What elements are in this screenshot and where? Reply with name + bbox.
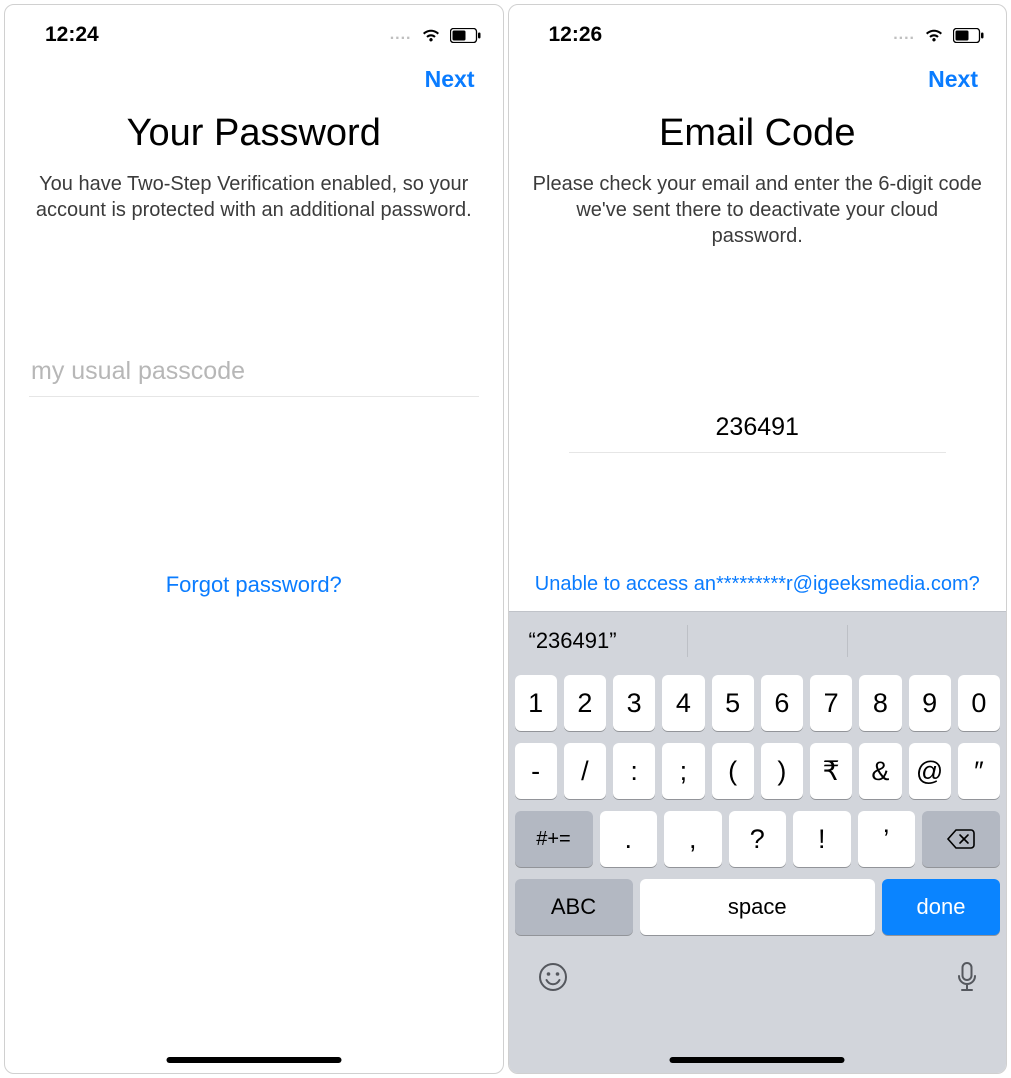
status-time: 12:24 — [45, 23, 99, 47]
emoji-icon[interactable] — [537, 961, 569, 1001]
suggestion-bar: “236491” — [509, 611, 1007, 669]
key-abc[interactable]: ABC — [515, 879, 633, 935]
key-char[interactable]: : — [613, 743, 655, 799]
next-button[interactable]: Next — [419, 65, 481, 94]
key-char[interactable]: 5 — [712, 675, 754, 731]
status-bar: 12:26 .... — [509, 5, 1007, 53]
key-done[interactable]: done — [882, 879, 1000, 935]
key-char[interactable]: ( — [712, 743, 754, 799]
status-bar: 12:24 .... — [5, 5, 503, 53]
home-indicator[interactable] — [670, 1057, 845, 1063]
key-char[interactable]: 3 — [613, 675, 655, 731]
keyboard: “236491” 1234567890 -/:;()₹&@″ #+= .,?!’… — [509, 611, 1007, 1073]
key-char[interactable]: ? — [729, 811, 787, 867]
key-char[interactable]: 1 — [515, 675, 557, 731]
cellular-dots-icon: .... — [893, 26, 915, 44]
key-char[interactable]: ; — [662, 743, 704, 799]
suggestion-item[interactable] — [688, 625, 848, 657]
nav-bar: Next — [5, 53, 503, 98]
forgot-password-link[interactable]: Forgot password? — [160, 571, 348, 599]
key-char[interactable]: ’ — [858, 811, 916, 867]
key-backspace[interactable] — [922, 811, 1000, 867]
key-space[interactable]: space — [640, 879, 876, 935]
nav-bar: Next — [509, 53, 1007, 98]
key-char[interactable]: 4 — [662, 675, 704, 731]
key-char[interactable]: 2 — [564, 675, 606, 731]
key-char[interactable]: ″ — [958, 743, 1000, 799]
key-char[interactable]: 7 — [810, 675, 852, 731]
page-title: Email Code — [509, 112, 1007, 155]
code-input[interactable] — [569, 407, 947, 453]
key-char[interactable]: 8 — [859, 675, 901, 731]
password-field-wrap — [5, 351, 503, 397]
key-char[interactable]: ₹ — [810, 743, 852, 799]
key-char[interactable]: 9 — [909, 675, 951, 731]
key-char[interactable]: @ — [909, 743, 951, 799]
key-char[interactable]: 6 — [761, 675, 803, 731]
cellular-dots-icon: .... — [390, 26, 412, 44]
mic-icon[interactable] — [956, 961, 978, 1001]
key-char[interactable]: , — [664, 811, 722, 867]
unable-access-link[interactable]: Unable to access an*********r@igeeksmedi… — [511, 573, 1005, 596]
key-char[interactable]: & — [859, 743, 901, 799]
key-char[interactable]: ! — [793, 811, 851, 867]
suggestion-item[interactable] — [848, 625, 1007, 657]
suggestion-item[interactable]: “236491” — [509, 625, 689, 657]
key-char[interactable]: - — [515, 743, 557, 799]
status-time: 12:26 — [549, 23, 603, 47]
key-char[interactable]: 0 — [958, 675, 1000, 731]
next-button[interactable]: Next — [922, 65, 984, 94]
key-char[interactable]: / — [564, 743, 606, 799]
phone-screen-email-code: 12:26 .... Next Email Code Please check … — [508, 4, 1008, 1074]
wifi-icon — [923, 27, 945, 43]
status-right: .... — [390, 26, 481, 44]
key-char[interactable]: ) — [761, 743, 803, 799]
battery-icon — [450, 28, 481, 43]
key-symbols[interactable]: #+= — [515, 811, 593, 867]
phone-screen-password: 12:24 .... Next Your Password You have T… — [4, 4, 504, 1074]
battery-icon — [953, 28, 984, 43]
key-char[interactable]: . — [600, 811, 658, 867]
page-description: Please check your email and enter the 6-… — [509, 171, 1007, 249]
status-right: .... — [893, 26, 984, 44]
home-indicator[interactable] — [166, 1057, 341, 1063]
password-input[interactable] — [29, 351, 479, 397]
wifi-icon — [420, 27, 442, 43]
code-field-wrap — [509, 407, 1007, 453]
page-title: Your Password — [5, 112, 503, 155]
page-description: You have Two-Step Verification enabled, … — [5, 171, 503, 223]
